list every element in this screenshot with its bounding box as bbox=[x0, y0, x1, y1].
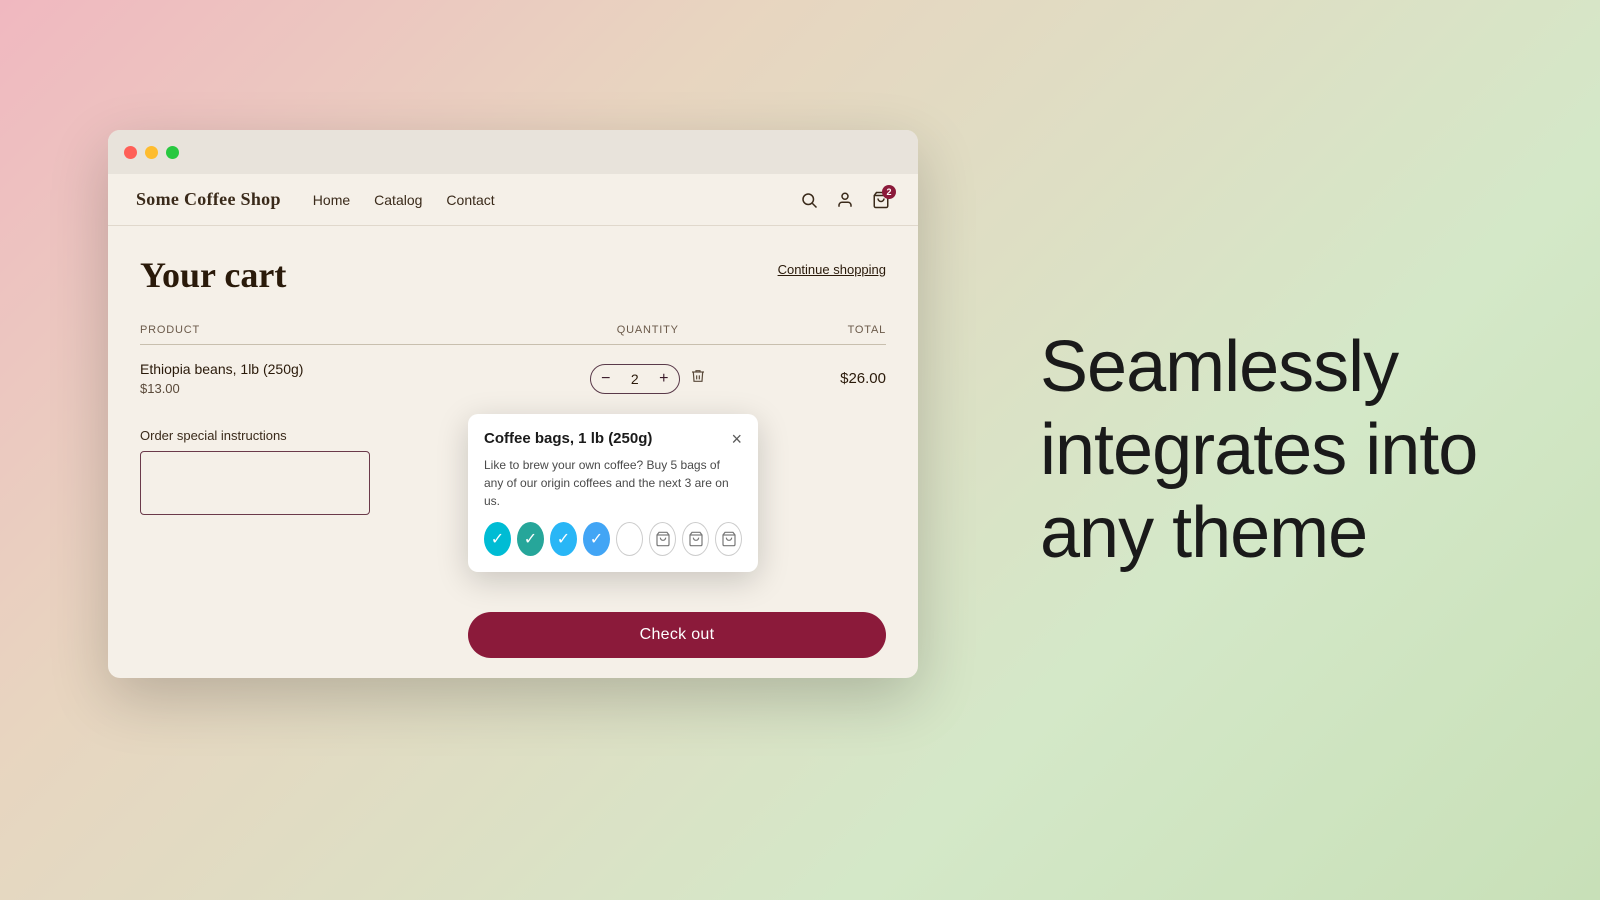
popup-icon-7 bbox=[682, 522, 709, 556]
cart-badge: 2 bbox=[882, 185, 896, 199]
popup-title: Coffee bags, 1 lb (250g) bbox=[484, 430, 652, 447]
product-name: Ethiopia beans, 1lb (250g) bbox=[140, 361, 515, 377]
total-col-header: TOTAL bbox=[781, 316, 886, 345]
popup-icon-1: ✓ bbox=[484, 522, 511, 556]
product-info: Ethiopia beans, 1lb (250g) $13.00 bbox=[140, 361, 515, 396]
popup-body: Like to brew your own coffee? Buy 5 bags… bbox=[484, 456, 742, 510]
store-content: Some Coffee Shop Home Catalog Contact bbox=[108, 174, 918, 678]
title-bar bbox=[108, 130, 918, 174]
quantity-increase-button[interactable]: + bbox=[649, 365, 679, 393]
quantity-control: − 2 + bbox=[590, 364, 680, 394]
maximize-button[interactable] bbox=[166, 146, 179, 159]
qty-delete-wrap: − 2 + bbox=[515, 364, 781, 394]
search-button[interactable] bbox=[800, 191, 818, 209]
product-col-header: PRODUCT bbox=[140, 316, 515, 345]
quantity-col-header: QUANTITY bbox=[515, 316, 781, 345]
bag-icon bbox=[688, 531, 704, 547]
checkout-button[interactable]: Check out bbox=[468, 612, 886, 658]
trash-icon bbox=[690, 368, 706, 384]
item-total: $26.00 bbox=[840, 370, 886, 387]
delete-item-button[interactable] bbox=[690, 368, 706, 389]
popup-header: Coffee bags, 1 lb (250g) × bbox=[484, 430, 742, 448]
tagline: Seamlessly integrates into any theme bbox=[1040, 326, 1520, 574]
cart-button[interactable]: 2 bbox=[872, 191, 890, 209]
right-side-text: Seamlessly integrates into any theme bbox=[1040, 326, 1520, 574]
nav-contact[interactable]: Contact bbox=[446, 192, 494, 208]
popup-icon-3: ✓ bbox=[550, 522, 577, 556]
search-icon bbox=[800, 191, 818, 209]
nav-home[interactable]: Home bbox=[313, 192, 350, 208]
nav-catalog[interactable]: Catalog bbox=[374, 192, 422, 208]
browser-window: Some Coffee Shop Home Catalog Contact bbox=[108, 130, 918, 678]
cart-header: Your cart Continue shopping bbox=[140, 254, 886, 296]
cart-table: PRODUCT QUANTITY TOTAL Ethiopia beans, 1… bbox=[140, 316, 886, 412]
quantity-decrease-button[interactable]: − bbox=[591, 365, 621, 393]
popup-close-button[interactable]: × bbox=[731, 430, 742, 448]
quantity-value: 2 bbox=[621, 371, 649, 387]
popup-icon-6 bbox=[649, 522, 676, 556]
instructions-textarea[interactable] bbox=[140, 451, 370, 515]
bag-icon bbox=[721, 531, 737, 547]
popup-icons: ✓ ✓ ✓ ✓ bbox=[484, 522, 742, 556]
nav-icons: 2 bbox=[800, 191, 890, 209]
minimize-button[interactable] bbox=[145, 146, 158, 159]
upsell-popup: Coffee bags, 1 lb (250g) × Like to brew … bbox=[468, 414, 758, 572]
popup-icon-8 bbox=[715, 522, 742, 556]
cart-title: Your cart bbox=[140, 254, 286, 296]
user-icon bbox=[836, 191, 854, 209]
bag-icon bbox=[655, 531, 671, 547]
checkout-button-wrap: Check out bbox=[468, 612, 886, 658]
close-button[interactable] bbox=[124, 146, 137, 159]
nav: Some Coffee Shop Home Catalog Contact bbox=[108, 174, 918, 226]
popup-icon-2: ✓ bbox=[517, 522, 544, 556]
nav-brand: Some Coffee Shop bbox=[136, 189, 281, 210]
cart-main: Your cart Continue shopping PRODUCT QUAN… bbox=[108, 226, 918, 678]
table-row: Ethiopia beans, 1lb (250g) $13.00 − 2 + bbox=[140, 345, 886, 413]
nav-links: Home Catalog Contact bbox=[313, 192, 800, 208]
popup-icon-4: ✓ bbox=[583, 522, 610, 556]
account-button[interactable] bbox=[836, 191, 854, 209]
continue-shopping-link[interactable]: Continue shopping bbox=[778, 262, 886, 277]
product-price: $13.00 bbox=[140, 381, 515, 396]
popup-icon-5 bbox=[616, 522, 643, 556]
